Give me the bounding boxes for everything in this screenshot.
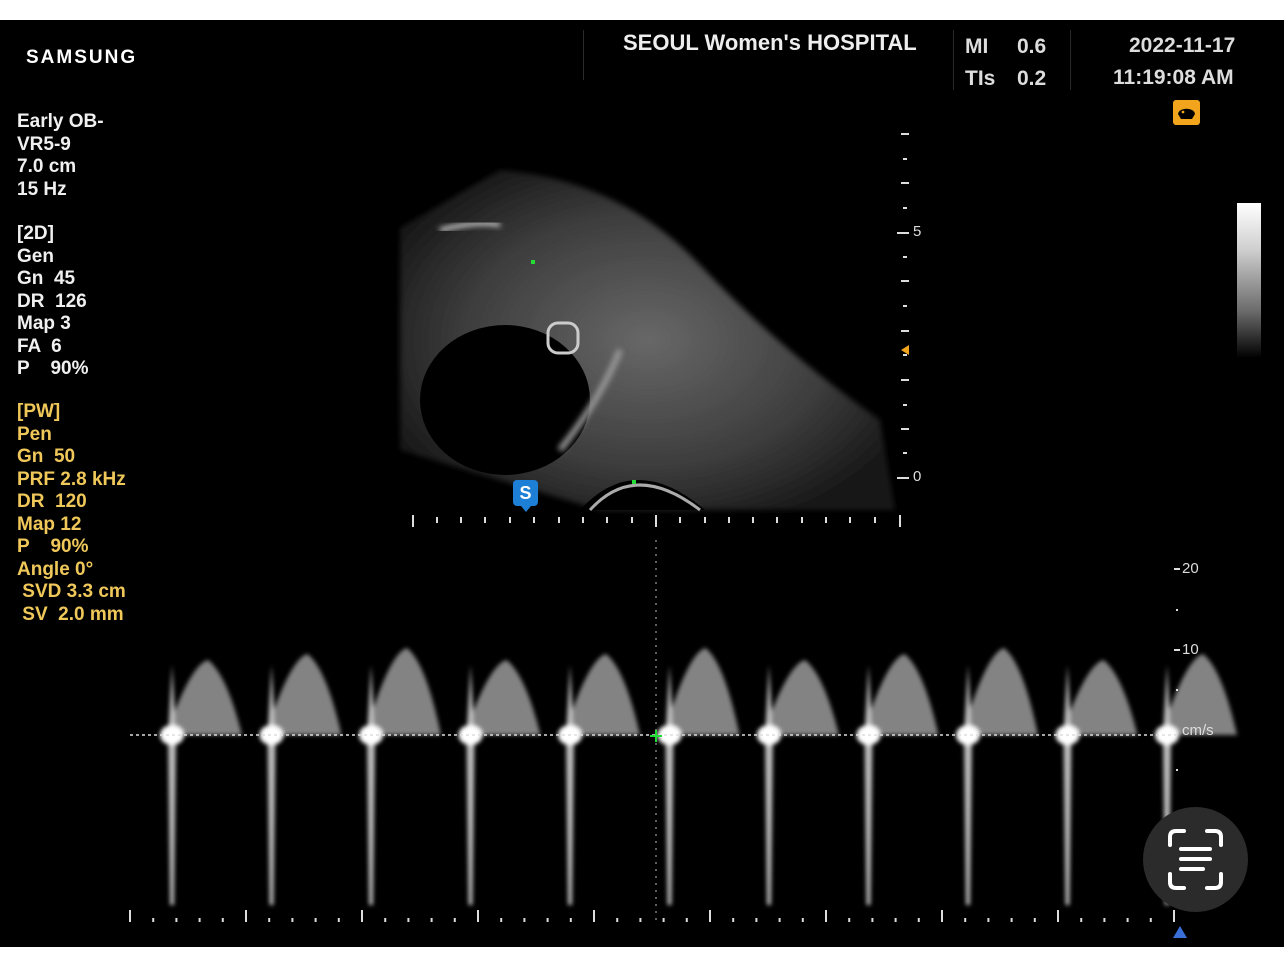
doppler-envelope [265, 654, 342, 735]
doppler-envelope [663, 648, 740, 735]
doppler-envelope [464, 660, 541, 735]
doppler-envelope [564, 654, 640, 735]
doppler-spike [168, 665, 176, 905]
doppler-spike [665, 665, 674, 905]
velocity-label: 20 [1182, 560, 1199, 577]
doppler-spike [267, 665, 276, 905]
doppler-spike [566, 665, 574, 905]
doppler-envelope [1061, 660, 1138, 735]
doppler-spike [466, 665, 475, 905]
doppler-envelope [862, 654, 939, 735]
doppler-spectrum [130, 540, 1237, 925]
grayscale-bar [1237, 203, 1261, 358]
doppler-spike [1063, 665, 1072, 905]
time-scale [129, 910, 1175, 922]
doppler-spike [367, 665, 375, 905]
sweep-marker-icon [1173, 926, 1187, 938]
doppler-envelope [365, 648, 441, 735]
doppler-envelope [763, 660, 839, 735]
text-scan-icon [1168, 829, 1223, 890]
doppler-envelope [962, 648, 1038, 735]
doppler-spike [964, 665, 972, 905]
velocity-unit: cm/s [1182, 722, 1214, 739]
velocity-label: 10 [1182, 641, 1199, 658]
doppler-spike [765, 665, 773, 905]
text-scan-button[interactable] [1143, 807, 1248, 912]
ultrasound-screen: SAMSUNG SEOUL Women's HOSPITAL MI 0.6 TI… [0, 20, 1284, 947]
doppler-envelope [166, 660, 242, 735]
doppler-spike [864, 665, 873, 905]
doppler-waveform [160, 648, 1237, 905]
